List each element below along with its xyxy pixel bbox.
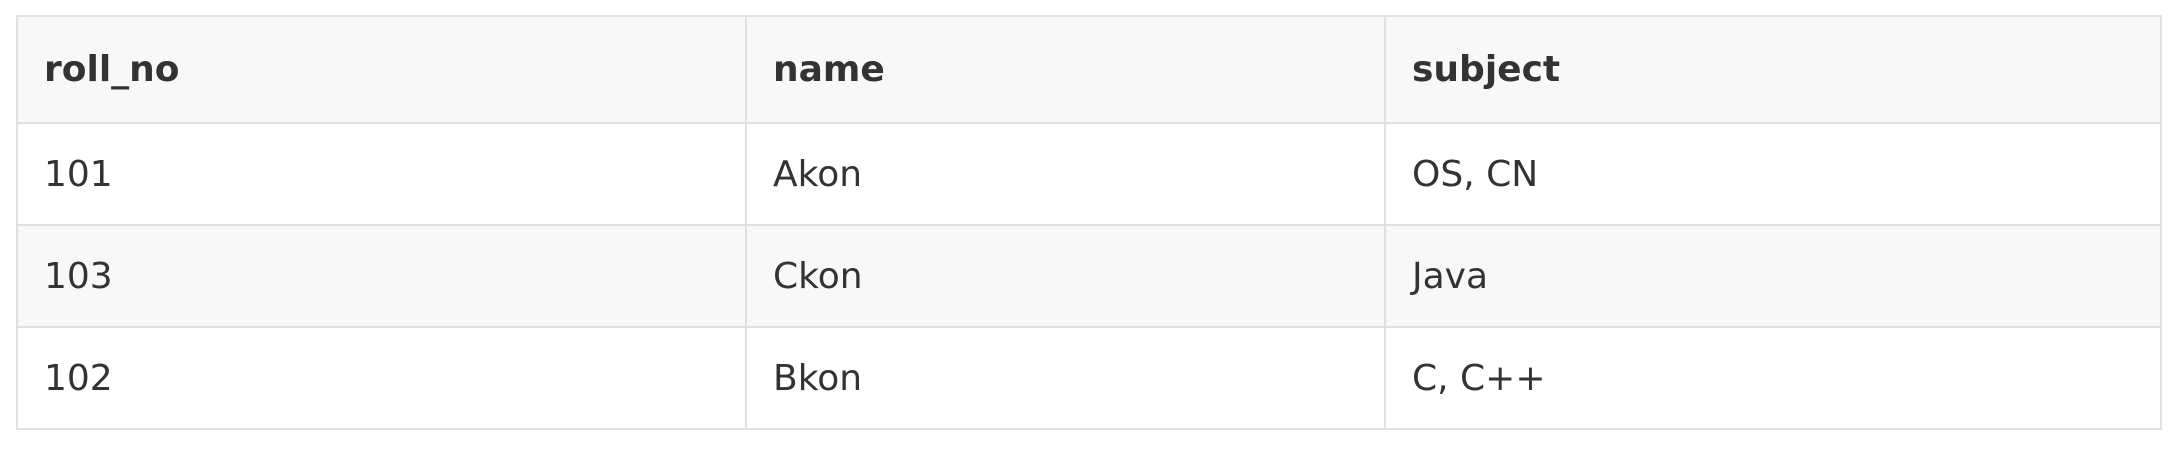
cell-name: Bkon <box>745 326 1386 430</box>
header-row: roll_no name subject <box>16 15 2162 124</box>
header-subject: subject <box>1384 15 2162 124</box>
cell-roll-no: 102 <box>16 326 747 430</box>
cell-subject: OS, CN <box>1384 122 2162 226</box>
cell-name: Akon <box>745 122 1386 226</box>
cell-subject: Java <box>1384 224 2162 328</box>
header-roll-no: roll_no <box>16 15 747 124</box>
cell-roll-no: 101 <box>16 122 747 226</box>
header-name: name <box>745 15 1386 124</box>
cell-subject: C, C++ <box>1384 326 2162 430</box>
data-table: roll_no name subject 101 Akon OS, CN 103… <box>16 15 2162 430</box>
cell-roll-no: 103 <box>16 224 747 328</box>
table-row: 102 Bkon C, C++ <box>16 326 2162 430</box>
table-row: 103 Ckon Java <box>16 224 2162 328</box>
table-row: 101 Akon OS, CN <box>16 122 2162 226</box>
cell-name: Ckon <box>745 224 1386 328</box>
